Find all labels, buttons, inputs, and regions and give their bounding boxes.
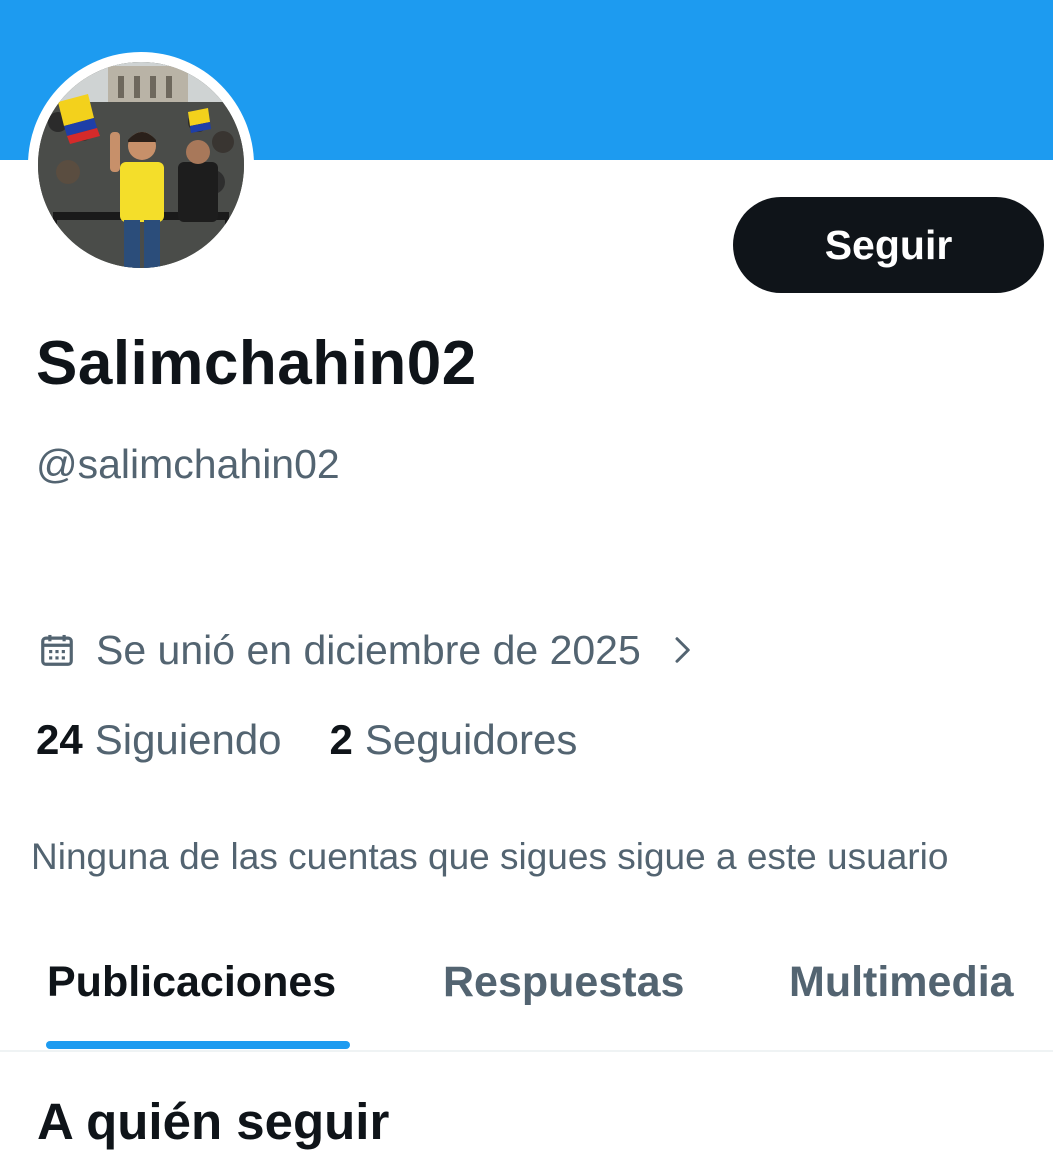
followers-label: Seguidores (364, 716, 578, 763)
display-name: Salimchahin02 (36, 329, 477, 398)
mutual-followers-note: Ninguna de las cuentas que sigues sigue … (31, 836, 949, 877)
tab-publicaciones[interactable]: Publicaciones (47, 958, 336, 1007)
following-count: 24 (36, 716, 83, 763)
follow-stats: 24 Siguiendo 2 Seguidores (36, 716, 625, 764)
following-label: Siguiendo (94, 716, 282, 763)
joined-date-text: Se unió en diciembre de 2025 (96, 626, 641, 673)
avatar[interactable] (38, 62, 244, 268)
profile-handle: @salimchahin02 (36, 441, 340, 487)
active-tab-indicator (46, 1041, 350, 1049)
joined-date[interactable]: Se unió en diciembre de 2025 (38, 622, 697, 678)
followers-link[interactable]: 2 Seguidores (330, 716, 578, 764)
avatar-photo (38, 62, 244, 268)
who-to-follow-heading: A quién seguir (37, 1093, 390, 1150)
followers-count: 2 (329, 716, 353, 763)
following-link[interactable]: 24 Siguiendo (36, 716, 282, 764)
follow-button[interactable]: Seguir (733, 197, 1044, 293)
tab-multimedia[interactable]: Multimedia (789, 958, 1014, 1007)
calendar-icon (41, 634, 73, 666)
tab-respuestas[interactable]: Respuestas (443, 958, 684, 1007)
profile-tabs: Publicaciones Respuestas Multimedia (0, 930, 1053, 1052)
avatar-ring (28, 52, 254, 278)
chevron-right-icon (675, 637, 690, 663)
